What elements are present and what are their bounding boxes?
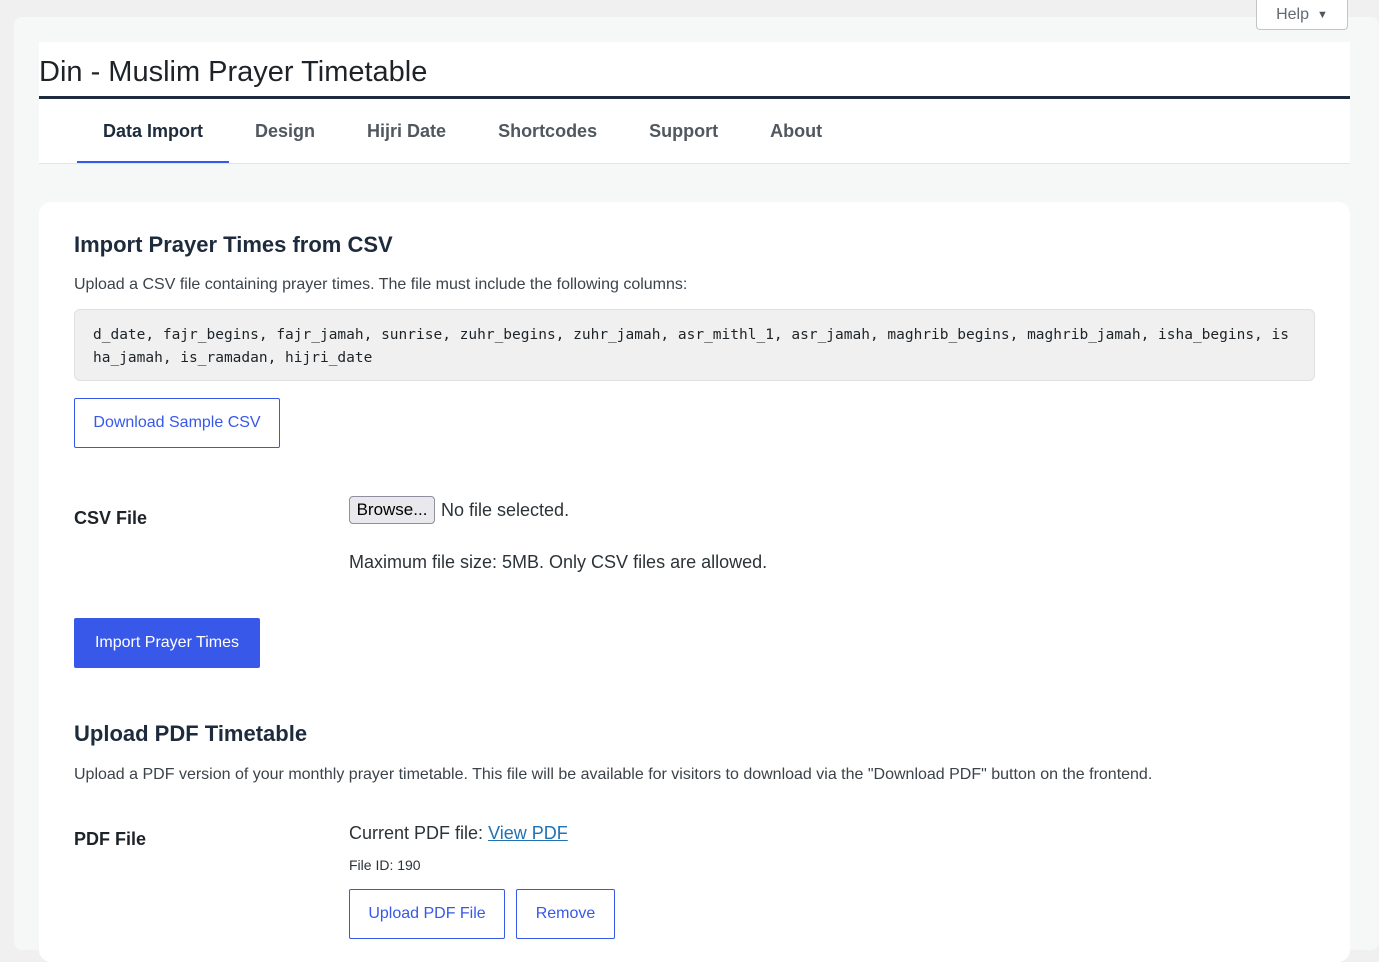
csv-columns-code: d_date, fajr_begins, fajr_jamah, sunrise… [74,309,1315,381]
tab-support[interactable]: Support [623,99,744,164]
tab-about[interactable]: About [744,99,848,164]
help-label: Help [1276,5,1309,23]
file-status-text: No file selected. [441,500,570,520]
upload-pdf-button[interactable]: Upload PDF File [349,889,505,939]
nav-tabs: Data Import Design Hijri Date Shortcodes… [77,99,848,164]
tab-design[interactable]: Design [229,99,341,164]
download-sample-csv-button[interactable]: Download Sample CSV [74,398,280,448]
pdf-section-heading: Upload PDF Timetable [74,721,308,746]
import-prayer-times-button[interactable]: Import Prayer Times [74,618,260,668]
current-pdf-label: Current PDF file: [349,823,484,843]
csv-file-hint: Maximum file size: 5MB. Only CSV files a… [349,552,768,572]
browse-button[interactable]: Browse... [349,496,435,524]
csv-section-description: Upload a CSV file containing prayer time… [74,276,688,293]
tab-hijri-date[interactable]: Hijri Date [341,99,472,164]
view-pdf-link[interactable]: View PDF [488,823,568,843]
pdf-section-description: Upload a PDF version of your monthly pra… [74,766,1153,783]
pdf-file-label: PDF File [74,829,147,849]
help-tab-button[interactable]: Help ▼ [1256,0,1348,30]
remove-pdf-button[interactable]: Remove [516,889,615,939]
file-id-text: File ID: 190 [349,857,421,873]
current-pdf-line: Current PDF file: View PDF [349,823,568,844]
tab-data-import[interactable]: Data Import [77,99,230,164]
plugin-header: Din - Muslim Prayer Timetable Data Impor… [39,42,1350,164]
header-border [39,163,1350,164]
page-title: Din - Muslim Prayer Timetable [39,56,428,88]
tab-shortcodes[interactable]: Shortcodes [472,99,623,164]
caret-down-icon: ▼ [1317,8,1328,21]
csv-section-heading: Import Prayer Times from CSV [74,232,393,257]
import-card: Import Prayer Times from CSV Upload a CS… [39,202,1350,962]
csv-file-label: CSV File [74,508,148,528]
